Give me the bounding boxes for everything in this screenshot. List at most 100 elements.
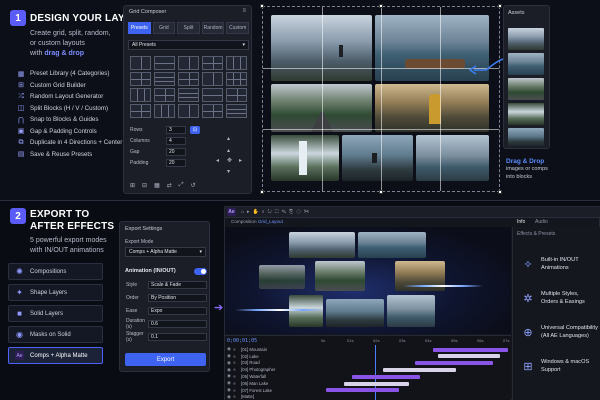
tab-split[interactable]: Split — [177, 22, 200, 34]
tool-icons[interactable]: ⌂▸✋⌕↻⬚✎⎘◇✂ — [241, 209, 312, 215]
animation-toggle[interactable] — [194, 268, 207, 275]
visibility-icon[interactable]: ◉ — [225, 387, 233, 393]
preset-tile[interactable] — [154, 56, 175, 70]
timeline-layer-row[interactable]: ◉ ■ [Matte] — [225, 394, 525, 400]
export-mode-item[interactable]: ✺ Compositions — [8, 263, 103, 280]
photo-forest-lake[interactable] — [416, 135, 489, 181]
preset-tile[interactable] — [154, 104, 175, 118]
align-icon[interactable]: ⊞ — [130, 182, 135, 189]
preset-tile[interactable] — [178, 72, 199, 86]
resize-handle[interactable] — [260, 4, 264, 8]
layer-duration-bar[interactable] — [432, 347, 509, 352]
layer-duration-bar[interactable] — [326, 388, 399, 393]
preset-tile[interactable] — [178, 56, 199, 70]
arrow-up-icon[interactable]: ▴ — [227, 135, 230, 142]
menu-icon[interactable]: ≡ — [242, 8, 246, 14]
tab-random[interactable]: Random — [201, 22, 225, 34]
setting-value[interactable]: Expo — [148, 306, 207, 315]
arrow-left-icon[interactable]: ◂ — [216, 157, 219, 164]
arrow-up-icon[interactable]: ▴ — [227, 147, 230, 154]
asset-thumbnail[interactable] — [508, 128, 544, 146]
timecode[interactable]: 0;00;01;05 — [227, 338, 257, 344]
layout-canvas[interactable] — [260, 4, 502, 194]
comp-name: Grid_Layout — [257, 219, 283, 224]
preset-tile[interactable] — [130, 104, 151, 118]
export-mode-item[interactable]: ✦ Shape Layers — [8, 284, 103, 301]
resize-handle[interactable] — [379, 4, 383, 8]
resize-handle[interactable] — [260, 190, 264, 194]
tab-presets[interactable]: Presets — [128, 22, 151, 34]
field-gap-input[interactable]: 20 — [166, 148, 186, 156]
preset-tile[interactable] — [226, 88, 247, 102]
export-button[interactable]: Export — [125, 353, 206, 366]
preset-tile[interactable] — [154, 88, 175, 102]
photo-man-lake[interactable] — [342, 135, 413, 181]
tab-custom[interactable]: Custom — [226, 22, 249, 34]
preset-tile[interactable] — [130, 72, 151, 86]
visibility-icon[interactable]: ◉ — [225, 346, 233, 352]
preset-select[interactable]: All Presets ▾ — [128, 40, 249, 50]
fit-icon[interactable]: ⤢ — [179, 182, 184, 189]
asset-thumbnail[interactable] — [508, 78, 544, 100]
center-icon[interactable]: ✥ — [227, 157, 232, 164]
visibility-icon[interactable]: ◉ — [225, 367, 233, 373]
export-mode-item[interactable]: ◉ Masks on Solid — [8, 326, 103, 343]
asset-thumbnail[interactable] — [508, 28, 544, 50]
layer-duration-bar[interactable] — [438, 354, 501, 359]
asset-thumbnail[interactable] — [508, 53, 544, 75]
layer-duration-bar[interactable] — [352, 374, 420, 379]
preset-tile[interactable] — [130, 88, 151, 102]
layer-duration-bar[interactable] — [344, 381, 410, 386]
arrow-right-icon[interactable]: ▸ — [239, 157, 242, 164]
square-icon: ■ — [17, 309, 22, 318]
setting-value[interactable]: 0.1 — [148, 332, 207, 341]
resize-handle[interactable] — [379, 190, 383, 194]
field-columns-input[interactable]: 4 — [166, 137, 186, 145]
resize-handle[interactable] — [498, 4, 502, 8]
export-mode-select[interactable]: Comps + Alpha Matte ▾ — [125, 247, 206, 257]
visibility-icon[interactable]: ◉ — [225, 380, 233, 386]
arrow-down-icon[interactable]: ▾ — [227, 168, 230, 175]
preset-tile[interactable] — [202, 72, 223, 86]
setting-value[interactable]: 0.6 — [148, 319, 207, 328]
setting-value[interactable]: Scale & Fade — [148, 280, 207, 289]
preset-tile[interactable] — [226, 72, 247, 86]
swap-icon[interactable]: ⇄ — [167, 182, 172, 189]
layer-duration-bar[interactable] — [383, 367, 457, 372]
preset-tile[interactable] — [202, 88, 223, 102]
export-mode-item[interactable]: ■ Solid Layers — [8, 305, 103, 322]
info-tab[interactable]: Info — [517, 219, 525, 225]
distribute-icon[interactable]: ⊟ — [142, 182, 147, 189]
asset-thumbnail[interactable] — [508, 103, 544, 125]
comp-tab[interactable]: Composition Grid_Layout — [231, 219, 283, 224]
field-rows-input[interactable]: 3 — [166, 126, 186, 134]
preset-tile[interactable] — [130, 56, 151, 70]
audio-tab[interactable]: Audio — [535, 219, 548, 225]
visibility-icon[interactable]: ◉ — [225, 373, 233, 379]
field-padding-input[interactable]: 20 — [166, 159, 186, 167]
photo-waterfall[interactable] — [271, 135, 339, 181]
preset-tile[interactable] — [202, 56, 223, 70]
setting-value[interactable]: By Position — [148, 293, 207, 302]
grid-small-icon[interactable]: ▦ — [154, 182, 160, 189]
reset-icon[interactable]: ↺ — [191, 182, 196, 189]
visibility-icon[interactable]: ◉ — [225, 394, 233, 400]
tab-grid[interactable]: Grid — [152, 22, 176, 34]
comp-viewer[interactable] — [225, 227, 511, 334]
timeline-layer-row[interactable]: ◉ ■ [04] Photographer — [225, 366, 525, 373]
preset-tile[interactable] — [202, 104, 223, 118]
photo-photographer[interactable] — [375, 84, 489, 132]
feature-item: ▣ Gap & Padding Controls — [17, 126, 127, 138]
resize-handle[interactable] — [498, 190, 502, 194]
layer-duration-bar[interactable] — [414, 361, 493, 366]
time-ruler[interactable]: 0s 01s 02s 03s 04s 05s 06s 07s — [321, 338, 509, 344]
preset-tile[interactable] — [154, 72, 175, 86]
preset-tile[interactable] — [178, 104, 199, 118]
visibility-icon[interactable]: ◉ — [225, 353, 233, 359]
apply-grid-button[interactable]: ⊡ — [190, 126, 200, 134]
preset-tile[interactable] — [226, 56, 247, 70]
preset-tile[interactable] — [178, 88, 199, 102]
visibility-icon[interactable]: ◉ — [225, 360, 233, 366]
preset-tile[interactable] — [226, 104, 247, 118]
export-mode-item[interactable]: Ae Comps + Alpha Matte — [8, 347, 103, 364]
